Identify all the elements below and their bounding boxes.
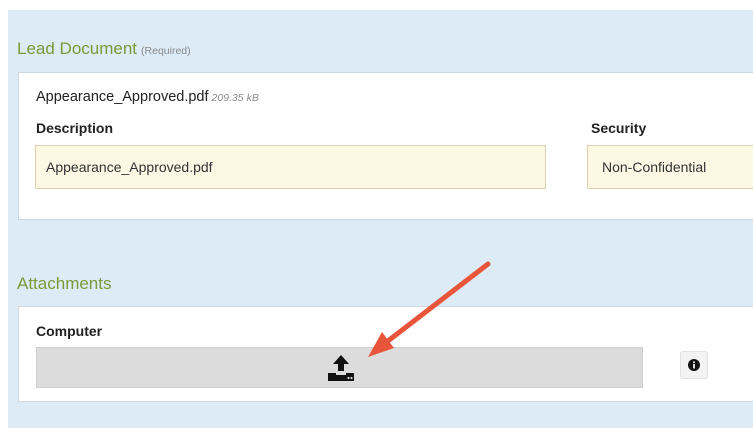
info-button[interactable]	[680, 351, 708, 379]
upload-button[interactable]	[36, 347, 643, 388]
description-label: Description	[36, 120, 114, 136]
lead-document-heading: Lead Document (Required)	[17, 39, 191, 61]
computer-label: Computer	[36, 323, 103, 339]
required-note: (Required)	[141, 45, 191, 57]
lead-file-info: Appearance_Approved.pdf 209.35 kB	[36, 89, 259, 105]
lead-document-card: Appearance_Approved.pdf 209.35 kB Descrip…	[18, 72, 753, 220]
attachments-title: Attachments	[17, 274, 112, 293]
description-input[interactable]	[35, 145, 546, 189]
security-select[interactable]: Non-Confidential	[587, 145, 753, 189]
attachments-card: Computer	[18, 306, 753, 402]
lead-file-size: 209.35 kB	[211, 92, 259, 104]
upload-icon	[328, 355, 354, 381]
lead-document-title: Lead Document	[17, 39, 138, 58]
info-icon	[688, 359, 700, 371]
lead-file-name: Appearance_Approved.pdf	[36, 89, 209, 105]
security-label: Security	[591, 120, 647, 136]
